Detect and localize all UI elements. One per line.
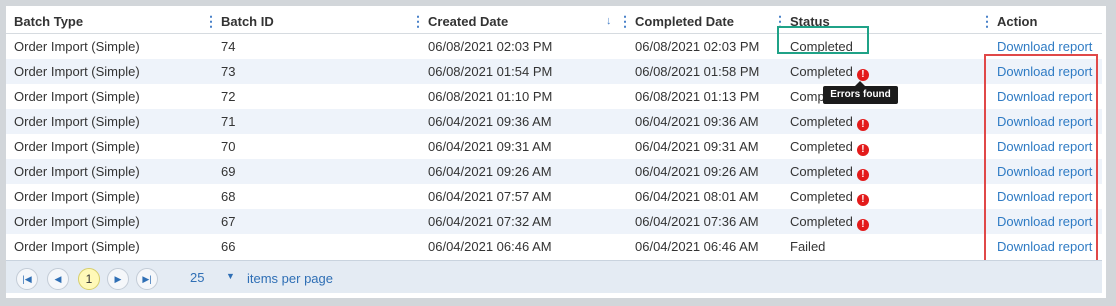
chevron-down-icon[interactable]: ▼ bbox=[226, 271, 235, 281]
batch-id-cell: 69 bbox=[221, 164, 236, 179]
completed-date-cell: 06/04/2021 06:46 AM bbox=[635, 239, 759, 254]
table-row[interactable]: Order Import (Simple) 73 06/08/2021 01:54 … bbox=[6, 59, 1102, 84]
completed-date-cell: 06/04/2021 09:36 AM bbox=[635, 114, 759, 129]
batch-id-cell: 67 bbox=[221, 214, 236, 229]
download-links-highlight bbox=[984, 54, 1098, 264]
created-date-cell: 06/04/2021 06:46 AM bbox=[428, 239, 552, 254]
batch-type-cell: Order Import (Simple) bbox=[14, 89, 140, 104]
status-cell: Completed! bbox=[790, 134, 869, 159]
status-cell: Completed! bbox=[790, 184, 869, 209]
table-row[interactable]: Order Import (Simple) 71 06/04/2021 09:36 … bbox=[6, 109, 1102, 134]
completed-status-highlight bbox=[777, 26, 869, 54]
batch-id-cell: 70 bbox=[221, 139, 236, 154]
column-menu-icon[interactable]: ⋮ bbox=[980, 10, 994, 33]
status-text: Failed bbox=[790, 239, 826, 254]
last-page-button[interactable]: ▶| bbox=[136, 268, 158, 290]
header-batch-type[interactable]: Batch Type bbox=[14, 10, 83, 33]
next-page-icon: ▶ bbox=[114, 274, 122, 284]
batch-type-cell: Order Import (Simple) bbox=[14, 239, 140, 254]
table-row[interactable]: Order Import (Simple) 74 06/08/2021 02:03 … bbox=[6, 34, 1102, 59]
header-action: Action bbox=[997, 14, 1038, 29]
created-date-cell: 06/04/2021 07:32 AM bbox=[428, 214, 552, 229]
completed-date-cell: 06/04/2021 07:36 AM bbox=[635, 214, 759, 229]
batch-id-cell: 71 bbox=[221, 114, 236, 129]
exclamation-circle-icon[interactable]: ! bbox=[856, 169, 869, 181]
next-page-button[interactable]: ▶ bbox=[107, 268, 129, 290]
batch-id-cell: 72 bbox=[221, 89, 236, 104]
status-cell: Completed! bbox=[790, 209, 869, 234]
exclamation-circle-icon[interactable]: ! bbox=[856, 219, 869, 231]
prev-page-icon: ◀ bbox=[54, 274, 62, 284]
grid-pager: |◀ ◀ 1 ▶ ▶| 25 ▼ items per page bbox=[6, 260, 1102, 293]
batch-type-cell: Order Import (Simple) bbox=[14, 189, 140, 204]
current-page-number[interactable]: 1 bbox=[78, 268, 100, 290]
batch-id-cell: 68 bbox=[221, 189, 236, 204]
status-text: Completed bbox=[790, 164, 853, 179]
batch-type-cell: Order Import (Simple) bbox=[14, 64, 140, 79]
errors-found-tooltip: Errors found bbox=[823, 81, 898, 104]
completed-date-cell: 06/08/2021 02:03 PM bbox=[635, 39, 760, 54]
first-page-button[interactable]: |◀ bbox=[16, 268, 38, 290]
header-completed-date[interactable]: Completed Date bbox=[635, 10, 734, 33]
table-row[interactable]: Order Import (Simple) 69 06/04/2021 09:26 … bbox=[6, 159, 1102, 184]
items-per-page-label: items per page bbox=[247, 271, 333, 286]
status-cell: Failed bbox=[790, 234, 825, 259]
completed-date-cell: 06/04/2021 08:01 AM bbox=[635, 189, 759, 204]
created-date-cell: 06/04/2021 09:31 AM bbox=[428, 139, 552, 154]
batch-id-cell: 74 bbox=[221, 39, 236, 54]
created-date-cell: 06/04/2021 09:26 AM bbox=[428, 164, 552, 179]
status-cell: Completed! bbox=[790, 159, 869, 184]
table-row[interactable]: Order Import (Simple) 66 06/04/2021 06:46 … bbox=[6, 234, 1102, 259]
column-menu-icon[interactable]: ⋮ bbox=[618, 10, 632, 33]
completed-date-cell: 06/04/2021 09:26 AM bbox=[635, 164, 759, 179]
sort-descending-icon[interactable]: ↓ bbox=[606, 10, 612, 33]
header-created-date[interactable]: Created Date bbox=[428, 10, 508, 33]
status-text: Completed bbox=[790, 189, 853, 204]
exclamation-circle-icon[interactable]: ! bbox=[856, 119, 869, 131]
header-batch-id[interactable]: Batch ID bbox=[221, 10, 274, 33]
status-text: Completed bbox=[790, 139, 853, 154]
status-text: Completed bbox=[790, 64, 853, 79]
last-page-icon: ▶| bbox=[142, 274, 152, 284]
prev-page-button[interactable]: ◀ bbox=[47, 268, 69, 290]
status-text: Completed bbox=[790, 214, 853, 229]
created-date-cell: 06/08/2021 02:03 PM bbox=[428, 39, 553, 54]
completed-date-cell: 06/04/2021 09:31 AM bbox=[635, 139, 759, 154]
completed-date-cell: 06/08/2021 01:58 PM bbox=[635, 64, 760, 79]
exclamation-circle-icon[interactable]: ! bbox=[856, 69, 869, 81]
created-date-cell: 06/08/2021 01:54 PM bbox=[428, 64, 553, 79]
exclamation-circle-icon[interactable]: ! bbox=[856, 194, 869, 206]
table-row[interactable]: Order Import (Simple) 67 06/04/2021 07:32 … bbox=[6, 209, 1102, 234]
column-menu-icon[interactable]: ⋮ bbox=[204, 10, 218, 33]
status-cell: Completed! bbox=[790, 109, 869, 134]
batch-type-cell: Order Import (Simple) bbox=[14, 164, 140, 179]
first-page-icon: |◀ bbox=[22, 274, 32, 284]
batch-type-cell: Order Import (Simple) bbox=[14, 139, 140, 154]
batch-type-cell: Order Import (Simple) bbox=[14, 39, 140, 54]
exclamation-circle-icon[interactable]: ! bbox=[856, 144, 869, 156]
completed-date-cell: 06/08/2021 01:13 PM bbox=[635, 89, 760, 104]
created-date-cell: 06/08/2021 01:10 PM bbox=[428, 89, 553, 104]
status-text: Completed bbox=[790, 114, 853, 129]
table-row[interactable]: Order Import (Simple) 70 06/04/2021 09:31 … bbox=[6, 134, 1102, 159]
column-menu-icon[interactable]: ⋮ bbox=[411, 10, 425, 33]
grid-header: Batch Type ⋮ Batch ID ⋮ Created Date ↓ ⋮… bbox=[6, 10, 1102, 34]
batch-id-cell: 66 bbox=[221, 239, 236, 254]
table-row[interactable]: Order Import (Simple) 72 06/08/2021 01:10 … bbox=[6, 84, 1102, 109]
table-row[interactable]: Order Import (Simple) 68 06/04/2021 07:57 … bbox=[6, 184, 1102, 209]
page-size-select[interactable]: 25 bbox=[190, 270, 204, 285]
created-date-cell: 06/04/2021 09:36 AM bbox=[428, 114, 552, 129]
batch-id-cell: 73 bbox=[221, 64, 236, 79]
batch-type-cell: Order Import (Simple) bbox=[14, 114, 140, 129]
batch-type-cell: Order Import (Simple) bbox=[14, 214, 140, 229]
created-date-cell: 06/04/2021 07:57 AM bbox=[428, 189, 552, 204]
